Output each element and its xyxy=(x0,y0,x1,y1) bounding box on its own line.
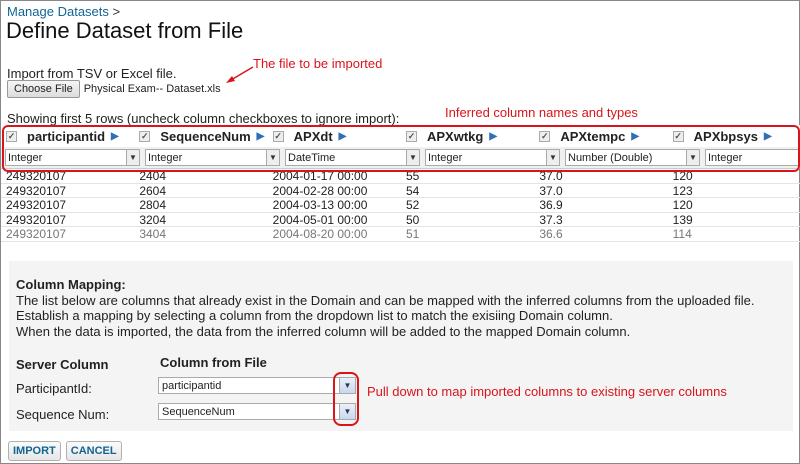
table-cell: 2004-02-28 00:00 xyxy=(272,183,368,198)
annotation-file: The file to be imported xyxy=(253,56,383,71)
annotation-inferred: Inferred column names and types xyxy=(445,105,638,120)
table-cell: 123 xyxy=(672,183,693,198)
table-cell: 2004-03-13 00:00 xyxy=(272,198,368,212)
table-cell: 37.3 xyxy=(539,212,563,227)
table-cell: 54 xyxy=(405,183,420,198)
table-cell: 120 xyxy=(672,198,693,212)
table-cell: 139 xyxy=(672,212,693,227)
description-line: The list below are columns that already … xyxy=(16,293,755,308)
table-cell: 52 xyxy=(405,198,420,212)
table-cell: 2804 xyxy=(139,198,167,212)
import-label: Import from TSV or Excel file. xyxy=(7,66,177,81)
table-cell: 249320107 xyxy=(6,198,67,212)
mapping-select-value: SequenceNum xyxy=(162,405,235,418)
table-cell: 36.6 xyxy=(539,227,563,241)
table-cell: 2004-08-20 00:00 xyxy=(272,227,368,241)
file-column-heading: Column from File xyxy=(160,355,267,370)
column-mapping-panel: Column Mapping: The list below are colum… xyxy=(9,261,793,431)
table-cell: 51 xyxy=(405,227,420,241)
server-column-label: Sequence Num: xyxy=(16,407,110,422)
action-buttons: IMPORT CANCEL xyxy=(8,441,122,461)
breadcrumb-link-manage-datasets[interactable]: Manage Datasets xyxy=(7,4,109,19)
annotation-pulldown: Pull down to map imported columns to exi… xyxy=(367,384,727,399)
annotation-highlight-box xyxy=(333,372,359,426)
participantid-mapping-select[interactable]: participantid ▼ xyxy=(158,377,356,394)
table-cell: 114 xyxy=(672,227,692,241)
breadcrumb: Manage Datasets > xyxy=(7,4,120,19)
page-title: Define Dataset from File xyxy=(6,18,244,43)
showing-rows-label: Showing first 5 rows (uncheck column che… xyxy=(7,111,400,126)
description-line: When the data is imported, the data from… xyxy=(16,323,631,339)
server-column-heading: Server Column xyxy=(16,357,109,372)
choose-file-button[interactable]: Choose File xyxy=(7,80,80,98)
mapping-select-value: participantid xyxy=(162,379,222,392)
table-cell: 37.0 xyxy=(539,183,563,198)
table-cell: 2004-05-01 00:00 xyxy=(272,212,368,227)
selected-file-name: Physical Exam-- Dataset.xls xyxy=(83,83,221,95)
file-input-row: Choose File Physical Exam-- Dataset.xls xyxy=(7,80,221,98)
table-cell: 50 xyxy=(405,212,420,227)
table-cell: 249320107 xyxy=(6,227,67,241)
server-column-label: ParticipantId: xyxy=(16,381,92,396)
column-mapping-description: The list below are columns that already … xyxy=(16,293,786,339)
table-cell: 3204 xyxy=(139,212,167,227)
description-line: Establish a mapping by selecting a colum… xyxy=(16,308,613,324)
table-cell: 249320107 xyxy=(6,183,67,198)
column-mapping-heading: Column Mapping: xyxy=(16,277,126,292)
table-cell: 2604 xyxy=(139,183,167,198)
table-row: 249320107 2604 2004-02-28 00:00 54 37.0 123 xyxy=(1,183,800,198)
cancel-button[interactable]: CANCEL xyxy=(65,441,122,461)
table-cell: 36.9 xyxy=(539,198,563,212)
table-row: 249320107 2804 2004-03-13 00:00 52 36.9 120 xyxy=(1,198,800,213)
table-row: 249320107 3204 2004-05-01 00:00 50 37.3 139 xyxy=(1,212,800,227)
import-button[interactable]: IMPORT xyxy=(8,441,61,461)
annotation-arrow-icon xyxy=(226,66,254,83)
table-cell: 249320107 xyxy=(6,212,67,227)
table-cell: 3404 xyxy=(139,227,167,241)
breadcrumb-separator: > xyxy=(112,4,121,19)
annotation-highlight-box xyxy=(2,125,800,172)
table-row: 249320107 3404 2004-08-20 00:00 51 36.6 114 xyxy=(1,227,800,242)
sequencenum-mapping-select[interactable]: SequenceNum ▼ xyxy=(158,403,356,420)
